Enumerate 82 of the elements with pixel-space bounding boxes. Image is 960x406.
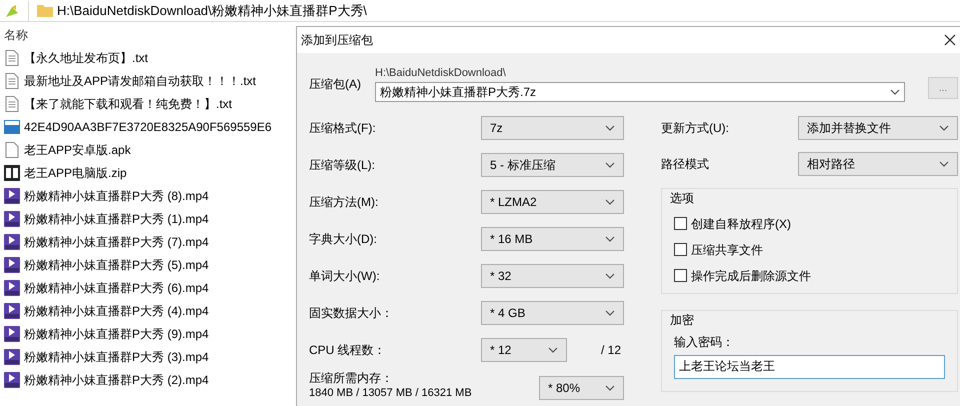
chevron-down-icon [605,310,615,316]
checkbox[interactable] [674,269,687,282]
file-item[interactable]: 最新地址及APP请发邮箱自动获取！！！.txt [4,69,296,92]
video-file-icon [4,256,20,272]
address-bar[interactable]: H:\BaiduNetdiskDownload\粉嫩精神小妹直播群P大秀\ [28,0,956,20]
video-file-icon [4,210,20,226]
file-item[interactable]: 粉嫩精神小妹直播群P大秀 (9).mp4 [4,322,296,345]
folder-icon [37,4,53,17]
group-title: 加密 [670,312,695,328]
dropdown[interactable]: * 12 [481,338,567,362]
file-item[interactable]: 粉嫩精神小妹直播群P大秀 (3).mp4 [4,345,296,368]
text-file-icon [5,50,19,66]
file-item[interactable]: 粉嫩精神小妹直播群P大秀 (4).mp4 [4,299,296,322]
video-file-icon [4,188,20,204]
file-icon [4,120,20,134]
password-field[interactable]: 上老王论坛当老王 [674,354,945,378]
setting-label: 字典大小(D): [309,230,378,248]
checkbox-label: 创建自释放程序(X) [691,216,791,232]
setting-label: 单词大小(W): [309,268,381,284]
browse-button[interactable]: ... [928,77,958,99]
file-item[interactable]: 老王APP安卓版.apk [4,138,296,161]
setting-label: 压缩等级(L): [309,156,376,174]
chevron-down-icon [605,384,615,390]
chevron-down-icon [890,88,900,94]
close-icon[interactable] [944,34,956,46]
memory-label: 压缩所需内存： [309,370,394,386]
file-item[interactable]: 粉嫩精神小妹直播群P大秀 (1).mp4 [4,207,296,230]
setting-label: 固实数据大小： [309,304,394,322]
dropdown[interactable]: 7z [481,116,624,140]
dialog-title: 添加到压缩包 [301,32,373,49]
video-file-icon [4,234,20,250]
video-file-icon [4,348,20,364]
file-item[interactable]: 老王APP电脑版.zip [4,161,296,184]
path-mode-label: 路径模式 [661,156,710,172]
chevron-down-icon [548,346,558,352]
setting-label: 压缩方法(M): [309,194,380,210]
setting-label: 压缩格式(F): [309,120,377,136]
file-item[interactable]: 【来了就能下载和观看！纯免费！】.txt [4,92,296,115]
checkbox-label: 压缩共享文件 [691,242,763,258]
dropdown[interactable]: 添加并替换文件 [798,116,958,140]
file-item[interactable]: 【永久地址发布页】.txt [4,46,296,69]
checkbox[interactable] [674,217,687,230]
dropdown[interactable]: * 4 GB [481,300,624,324]
archive-folder: H:\BaiduNetdiskDownload\ [375,66,507,81]
checkbox[interactable] [674,243,687,256]
update-mode-label: 更新方式(U): [661,120,730,136]
dropdown[interactable]: * 32 [481,264,624,288]
cpu-threads-label: CPU 线程数： [309,342,387,358]
dropdown[interactable]: * LZMA2 [481,190,624,214]
cpu-total: / 12 [601,342,622,358]
file-item[interactable]: 42E4D90AA3BF7E3720E8325A90F569559E6 [4,115,296,138]
dropdown[interactable]: * 16 MB [481,226,624,250]
chevron-down-icon [605,198,615,204]
archive-icon [4,164,20,180]
group-title: 选项 [670,190,695,206]
memory-usage: 1840 MB / 13057 MB / 16321 MB [309,386,473,400]
video-file-icon [4,302,20,318]
password-label: 输入密码： [674,334,735,350]
video-file-icon [4,372,20,388]
chevron-down-icon [939,160,949,166]
text-file-icon [5,72,19,88]
file-item[interactable]: 粉嫩精神小妹直播群P大秀 (2).mp4 [4,368,296,391]
archive-name-field[interactable]: 粉嫩精神小妹直播群P大秀.7z [375,82,905,102]
dropdown[interactable]: * 80% [539,376,624,400]
archive-label: 压缩包(A) [309,76,362,93]
chevron-down-icon [605,236,615,242]
column-header[interactable]: 名称 [4,24,296,46]
chevron-down-icon [605,272,615,278]
chevron-down-icon [605,162,615,168]
file-item[interactable]: 粉嫩精神小妹直播群P大秀 (5).mp4 [4,253,296,276]
video-file-icon [4,326,20,342]
dropdown[interactable]: 相对路径 [798,152,958,176]
video-file-icon [4,280,20,296]
chevron-down-icon [939,124,949,130]
dropdown[interactable]: 5 - 标准压缩 [481,152,624,176]
file-item[interactable]: 粉嫩精神小妹直播群P大秀 (8).mp4 [4,184,296,207]
file-item[interactable]: 粉嫩精神小妹直播群P大秀 (6).mp4 [4,276,296,299]
file-item[interactable]: 粉嫩精神小妹直播群P大秀 (7).mp4 [4,230,296,253]
checkbox-label: 操作完成后删除源文件 [691,268,811,284]
text-file-icon [5,96,19,112]
chevron-down-icon [605,124,615,130]
file-icon [5,142,19,158]
